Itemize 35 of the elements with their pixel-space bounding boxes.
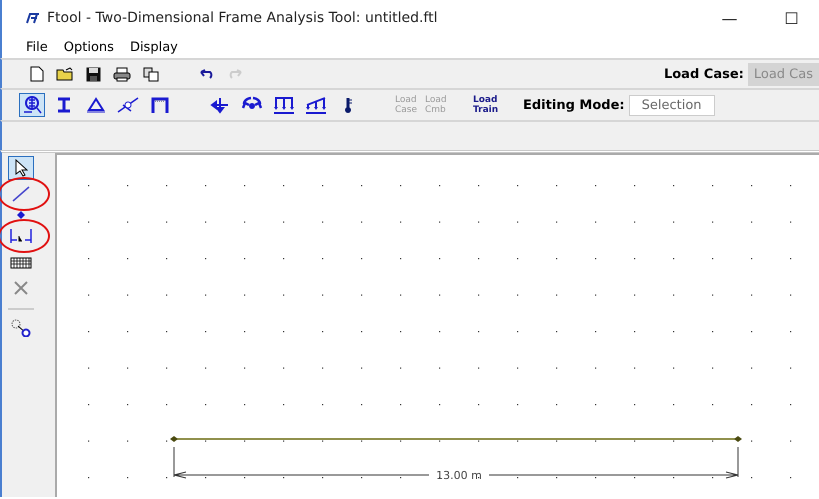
undo-icon[interactable] [199,69,215,79]
beam[interactable] [170,436,742,442]
linear-load-icon [305,96,327,114]
minimize-button[interactable]: — [702,8,757,28]
distributed-load-icon [273,96,295,114]
maximize-button[interactable]: ☐ [764,8,819,28]
copy-icon[interactable] [143,66,159,82]
editing-mode-field[interactable]: Selection [628,94,715,116]
folder-icon[interactable] [56,67,74,81]
printer-icon[interactable] [113,66,131,82]
hinge-icon [117,97,139,113]
menu-item[interactable]: Display [130,40,178,54]
cursor-icon [14,159,28,177]
delete-x-icon [12,280,28,296]
menu-item[interactable]: Options [64,40,114,54]
app-logo-icon [26,12,40,24]
i-beam-icon [56,97,72,113]
load-case-label: Load Case: [664,66,744,82]
line-icon [12,186,30,202]
keyboard-icon [10,255,32,269]
crossed-arrows-icon [210,96,230,114]
thermometer-icon [343,96,353,114]
load-button[interactable]: Load Train [473,95,499,115]
triangle-support-icon [86,97,106,113]
zoom-grid-icon [21,94,43,116]
menu-item[interactable]: File [26,40,48,54]
dimension-icon [10,228,32,244]
window-title: Ftool - Two-Dimensional Frame Analysis Tool: untitled.ftl [47,10,438,26]
dimension-label: 13.00 m [436,469,482,482]
tool-button[interactable] [19,93,45,117]
node-probe-icon [10,319,30,337]
frame-icon [150,96,170,114]
new-file-icon[interactable] [30,66,44,82]
tool-button[interactable] [8,156,34,180]
editing-mode-label: Editing Mode: [523,98,625,112]
